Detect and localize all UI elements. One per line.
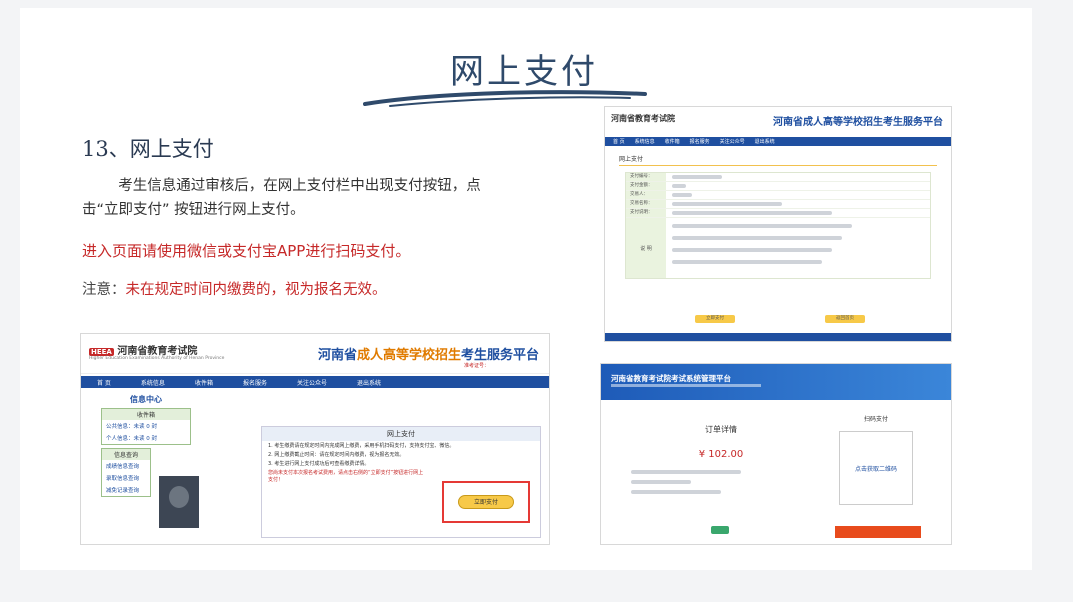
note-warning: 未在规定时间内缴费的，视为报名无效。	[125, 282, 387, 298]
payment-section-title: 网上支付	[619, 154, 937, 166]
qr-code-placeholder[interactable]: 点击获取二维码	[839, 431, 913, 505]
nav-system-info[interactable]: 系统信息	[635, 138, 655, 145]
platform-title-part1: 河南省	[317, 348, 357, 363]
instruction-paragraph: 考生信息通过审核后，在网上支付栏中出现支付按钮，点击“立即支付” 按钮进行网上支…	[82, 178, 481, 218]
note: 注意：未在规定时间内缴费的，视为报名无效。	[82, 278, 387, 299]
portal-logo: HEEA 河南省教育考试院	[89, 342, 197, 357]
online-payment-panel: 网上支付 1. 考生缴费请在规定时间内完成网上缴费，采用手机扫码支付，支持支付宝…	[261, 426, 541, 538]
slide: 网上支付 13、网上支付 考生信息通过审核后，在网上支付栏中出现支付按钮，点击“…	[20, 8, 1032, 570]
platform-title-part3: 考生服务平台	[460, 348, 539, 363]
order-price: ¥ 102.00	[698, 449, 744, 460]
nav-follow[interactable]: 关注公众号	[720, 138, 745, 145]
payment-page-header: 河南省教育考试院 河南省成人高等学校招生考生服务平台	[605, 107, 951, 137]
query-box: 信息查询 成绩信息查询 录取信息查询 减免记录查询	[101, 448, 151, 497]
scan-pay-instruction: 进入页面请使用微信或支付宝APP进行扫码支付。	[82, 242, 411, 260]
admission-number-label: 准考证号：	[463, 363, 489, 369]
payment-page-footer	[605, 333, 951, 341]
platform-title: 河南省成人高等学校招生考生服务平台	[318, 344, 539, 363]
nav-inbox[interactable]: 收件箱	[665, 138, 680, 145]
inbox-public[interactable]: 公共信息：未读 0 封	[102, 420, 190, 432]
nav-home[interactable]: 首 页	[97, 378, 111, 387]
pay-now-button[interactable]: 立即支付	[458, 495, 514, 509]
order-details: 订单详情 ¥ 102.00	[621, 424, 821, 494]
query-header: 信息查询	[102, 449, 150, 460]
payment-page-platform: 河南省成人高等学校招生考生服务平台	[773, 117, 943, 128]
payment-page-logo: 河南省教育考试院	[611, 114, 675, 123]
screenshot-order-page: 河南省教育考试院考试系统管理平台 订单详情 ¥ 102.00 扫码支付 点击获取…	[600, 363, 952, 545]
table-row: 支付说明：	[626, 209, 930, 218]
section-heading: 13、网上支付	[82, 137, 214, 161]
back-home-button[interactable]: 返回首页	[825, 315, 865, 323]
query-scores[interactable]: 成绩信息查询	[102, 460, 150, 472]
portal-subtitle: Higher Education Examinations Authority …	[89, 356, 225, 361]
order-banner: 河南省教育考试院考试系统管理平台	[601, 364, 951, 400]
scan-title: 扫码支付	[863, 416, 888, 423]
nav-registration[interactable]: 报名服务	[690, 138, 710, 145]
table-row: 交易人：	[626, 191, 930, 200]
row-label: 交易名称：	[626, 200, 666, 208]
note-prefix: 注意：	[82, 282, 126, 298]
explain-label: 说 明	[626, 218, 666, 278]
banner-title: 河南省教育考试院考试系统管理平台	[611, 374, 731, 383]
row-label: 支付说明：	[626, 209, 666, 217]
inbox-box: 收件箱 公共信息：未读 0 封 个人信息：未读 0 封	[101, 408, 191, 445]
nav-inbox[interactable]: 收件箱	[195, 378, 213, 387]
query-admission[interactable]: 录取信息查询	[102, 472, 150, 484]
inbox-header: 收件箱	[102, 409, 190, 420]
table-row: 交易名称：	[626, 200, 930, 209]
confirm-button[interactable]	[711, 526, 729, 534]
payment-page-nav: 首 页 系统信息 收件箱 报名服务 关注公众号 退出系统	[605, 137, 951, 146]
pay-button-highlight: 立即支付	[442, 481, 530, 523]
screenshot-portal-home: HEEA 河南省教育考试院 Higher Education Examinati…	[80, 333, 550, 545]
portal-nav: 首 页 系统信息 收件箱 报名服务 关注公众号 退出系统	[81, 376, 549, 388]
banner-subtitle	[611, 384, 761, 387]
warning-banner	[835, 526, 921, 538]
pay-now-button[interactable]: 立即支付	[695, 315, 735, 323]
query-reduction[interactable]: 减免记录查询	[102, 484, 150, 496]
row-label: 支付编号：	[626, 173, 666, 181]
payment-line-3: 3. 考生进行网上支付成功后可查看缴费详情。	[268, 461, 370, 467]
portal-header: HEEA 河南省教育考试院 Higher Education Examinati…	[81, 334, 549, 374]
payment-table: 支付编号： 支付金额： 交易人： 交易名称： 支付说明： 说 明	[625, 172, 931, 279]
nav-system-info[interactable]: 系统信息	[141, 378, 165, 387]
payment-line-1: 1. 考生缴费请在规定时间内完成网上缴费，采用手机扫码支付，支持支付宝、微信。	[268, 443, 455, 449]
nav-registration[interactable]: 报名服务	[243, 378, 267, 387]
order-title: 订单详情	[705, 425, 737, 434]
table-row: 说 明	[626, 218, 930, 278]
inbox-personal[interactable]: 个人信息：未读 0 封	[102, 432, 190, 444]
screenshot-payment-page: 河南省教育考试院 河南省成人高等学校招生考生服务平台 首 页 系统信息 收件箱 …	[604, 106, 952, 342]
online-payment-header: 网上支付	[262, 427, 540, 441]
table-row: 支付金额：	[626, 182, 930, 191]
row-label: 交易人：	[626, 191, 666, 199]
nav-logout[interactable]: 退出系统	[357, 378, 381, 387]
payment-warning: 您尚未支付本次报名考试费用，请点击右侧的“立即支付”按钮进行网上支付！	[268, 470, 424, 483]
info-center-heading: 信息中心	[130, 395, 162, 404]
scan-payment: 扫码支付 点击获取二维码	[831, 414, 921, 505]
table-row: 支付编号：	[626, 173, 930, 182]
avatar	[159, 476, 199, 528]
nav-logout[interactable]: 退出系统	[755, 138, 775, 145]
nav-follow[interactable]: 关注公众号	[297, 378, 327, 387]
logo-badge: HEEA	[89, 348, 114, 356]
platform-title-part2: 成人高等学校招生	[356, 348, 461, 363]
nav-home[interactable]: 首 页	[613, 138, 625, 145]
payment-buttons: 立即支付 返回首页	[695, 315, 865, 323]
payment-line-2: 2. 网上缴费截止时间：请在规定时间内缴费，视为报名无效。	[268, 452, 405, 458]
row-label: 支付金额：	[626, 182, 666, 190]
